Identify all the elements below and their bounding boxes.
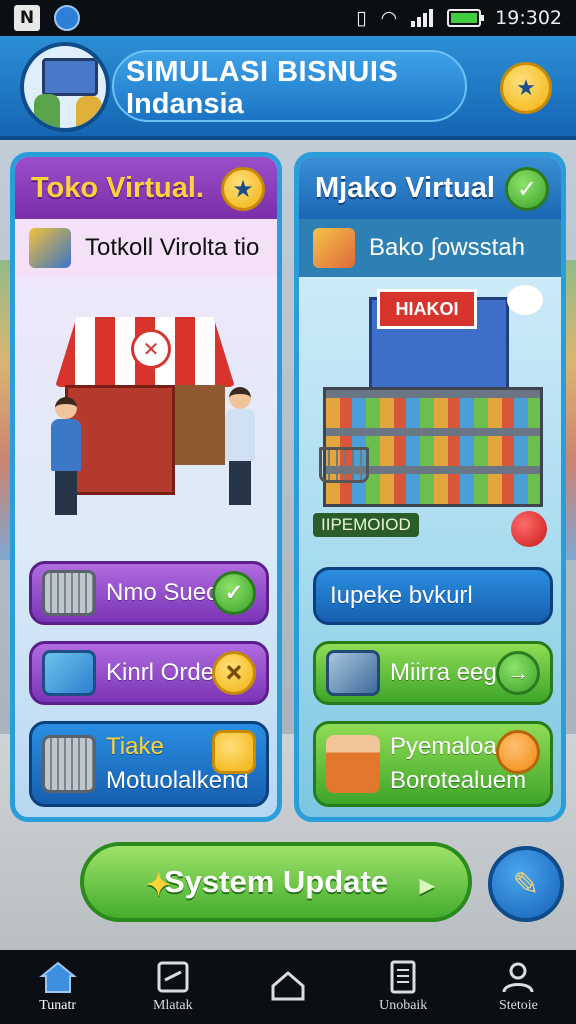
worker-icon (326, 735, 380, 793)
button-label: Miirra eegs (390, 659, 509, 686)
panel-subtitle: Bako ∫owsstah (369, 234, 525, 261)
iupeke-button[interactable]: Iupeke bvkurl (313, 567, 553, 625)
nav-mlatak[interactable]: Mlatak (115, 950, 230, 1024)
app-title: SIMULASI BISNUIS (126, 56, 399, 88)
status-bar: N ▯ ◠ 19:302 (0, 0, 576, 36)
app-header: SIMULASI BISNUIS Indansia ★ (0, 36, 576, 140)
star-badge-icon[interactable]: ★ (221, 167, 265, 211)
nav-center-home[interactable] (230, 950, 345, 1024)
nav-stetoie[interactable]: Stetoie (461, 950, 576, 1024)
clock: 19:302 (495, 7, 562, 29)
system-update-button[interactable]: ✦ System Update ▸ (80, 842, 472, 922)
cart-icon (42, 570, 96, 616)
nmo-sueo-button[interactable]: Nmo Sueo ✓ (29, 561, 269, 625)
orange-bubble-icon (496, 730, 540, 774)
chevron-right-icon: ▸ (419, 869, 434, 900)
button-label: Nmo Sueo (106, 579, 220, 606)
scanner-icon (326, 650, 380, 696)
shopping-cart-icon (319, 447, 369, 483)
supermarket-illustration: HIAKOI IIPEMOIOD (299, 277, 561, 547)
edit-pencil-button[interactable]: ✎ (488, 846, 564, 922)
button-label: Iupeke bvkurl (330, 582, 473, 609)
nav-home[interactable]: Tunatr (0, 950, 115, 1024)
customer-figure (51, 397, 81, 515)
wifi-icon: ◠ (380, 7, 398, 29)
coin-icon: ✕ (212, 651, 256, 695)
bottom-nav: Tunatr Mlatak Unobaik Stetoie (0, 950, 576, 1024)
update-label: System Update (164, 864, 388, 899)
star-icon: ★ (516, 75, 536, 101)
grocery-cart-icon (42, 735, 96, 793)
globe-icon (54, 5, 80, 31)
check-badge-icon[interactable]: ✓ (505, 167, 549, 211)
home-outline-icon (268, 968, 308, 1002)
panel-title: Toko Virtual. (31, 171, 204, 204)
check-icon: ✓ (212, 571, 256, 615)
panel-header: Toko Virtual. ★ (15, 157, 277, 219)
nav-label: Tunatr (39, 998, 77, 1013)
panel-mjako-virtual: Mjako Virtual ✓ Bako ∫owsstah HIAKOI IIP… (294, 152, 566, 822)
money-stack-icon (212, 730, 256, 774)
shop-box-icon (313, 228, 355, 268)
button-label: Kinrl Orden (106, 659, 228, 686)
shop-bag-icon (29, 228, 71, 268)
vibrate-icon: ▯ (356, 7, 367, 29)
store-sign: HIAKOI (377, 289, 477, 329)
panel-subtitle-row: Bako ∫owsstah (299, 219, 561, 277)
tiake-button[interactable]: Tiake Motuolalkend (29, 721, 269, 807)
settings-star-button[interactable]: ★ (500, 62, 552, 114)
app-logo[interactable] (20, 42, 110, 132)
n-icon: N (14, 5, 40, 31)
register-icon (42, 650, 96, 696)
panel-title: Mjako Virtual (315, 171, 495, 204)
nav-unobaik[interactable]: Unobaik (346, 950, 461, 1024)
nav-label: Mlatak (152, 998, 193, 1013)
app-subtitle: Indansia (126, 88, 244, 120)
arrow-right-icon: → (496, 651, 540, 695)
panel-subtitle-row: Totkoll Virolta tio (15, 219, 277, 277)
tablet-icon (153, 960, 193, 994)
document-icon (383, 960, 423, 994)
kinrl-orden-button[interactable]: Kinrl Orden ✕ (29, 641, 269, 705)
speech-bubble-icon (507, 285, 543, 315)
panel-header: Mjako Virtual ✓ (299, 157, 561, 219)
home-icon (38, 960, 78, 994)
miirra-button[interactable]: Miirra eegs → (313, 641, 553, 705)
profile-gear-icon (498, 960, 538, 994)
pyemaloa-button[interactable]: Pyemaloa Borotealuem (313, 721, 553, 807)
nav-label: Unobaik (379, 998, 428, 1013)
pencil-icon: ✎ (512, 865, 540, 903)
battery-icon (447, 9, 485, 27)
signal-icon (411, 9, 434, 27)
panel-subtitle: Totkoll Virolta tio (85, 234, 260, 261)
promo-tag: IIPEMOIOD (313, 513, 419, 537)
sparkle-icon: ✦ (146, 869, 172, 902)
seller-figure (225, 387, 255, 505)
store-stall-illustration: ✕ (15, 277, 277, 547)
panel-toko-virtual: Toko Virtual. ★ Totkoll Virolta tio ✕ Nm… (10, 152, 282, 822)
nav-label: Stetoie (498, 998, 538, 1013)
red-record-button[interactable] (511, 511, 547, 547)
sale-sign-icon: ✕ (131, 329, 171, 369)
